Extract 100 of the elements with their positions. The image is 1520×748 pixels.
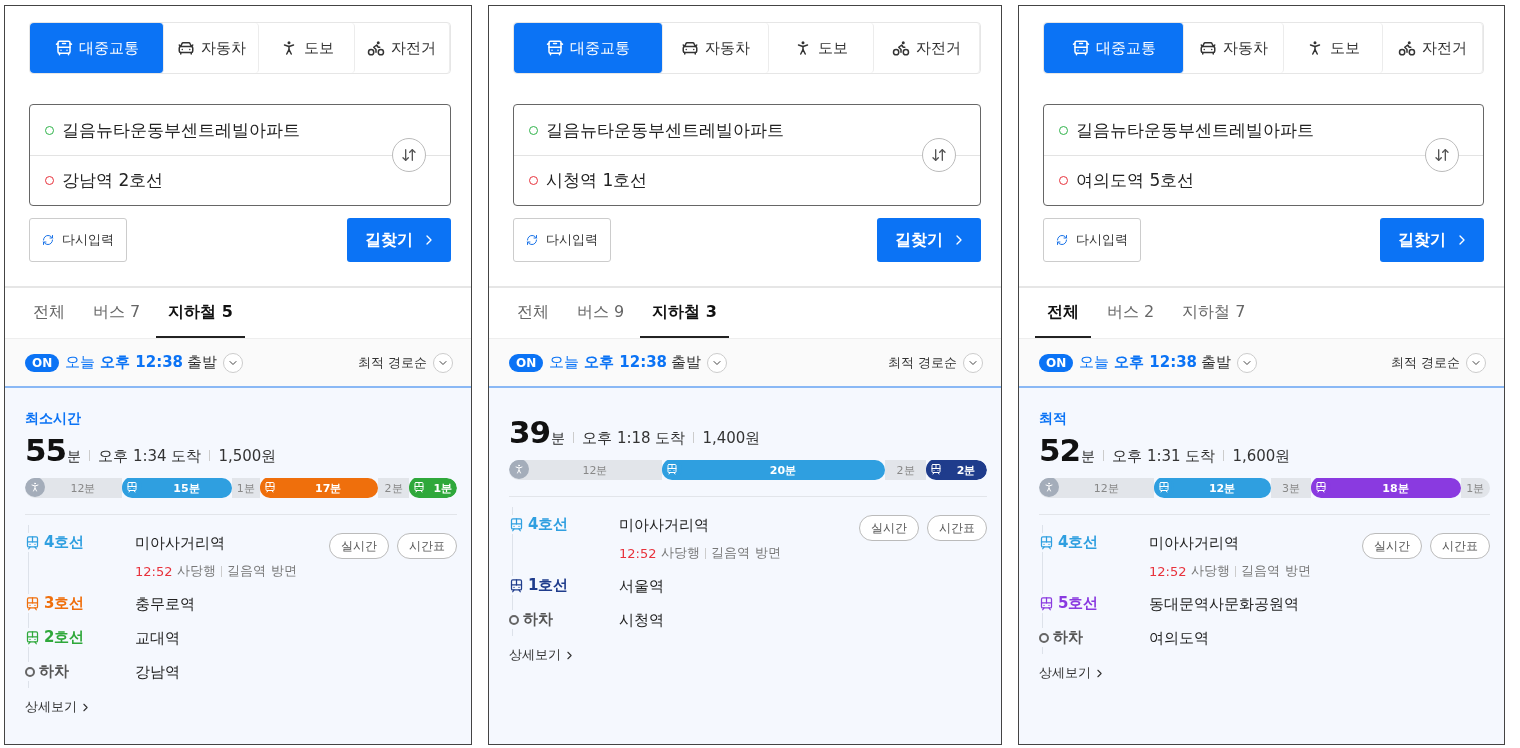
travel-minutes: 52: [1039, 432, 1081, 468]
arrival-time: 오후 1:34 도착: [98, 447, 202, 466]
car-icon: [680, 39, 699, 57]
arrival-time: 12:52: [135, 563, 173, 579]
segment-duration: 12분: [1208, 480, 1236, 496]
reset-button[interactable]: 다시입력: [1043, 218, 1141, 262]
station-name: 교대역: [135, 629, 180, 647]
departure-time: 오늘 오후 12:38: [65, 353, 183, 372]
refresh-icon: [1056, 234, 1068, 246]
segment-duration: 1분: [433, 480, 453, 496]
option-button[interactable]: 실시간: [859, 515, 919, 541]
subway-line-label: 4호선: [1058, 533, 1099, 552]
fare: 1,600원: [1232, 447, 1291, 466]
result-tab[interactable]: 지하철 7: [1170, 288, 1258, 338]
train-icon: [25, 535, 40, 550]
station-name: 미아사거리역: [619, 516, 709, 534]
option-button[interactable]: 시간표: [927, 515, 987, 541]
route-input[interactable]: 길음뉴타운동부센트레빌아파트 강남역 2호선: [29, 104, 451, 206]
train-icon: [1039, 535, 1054, 550]
option-button[interactable]: 시간표: [397, 533, 457, 559]
refresh-icon: [42, 234, 54, 246]
result-tab[interactable]: 전체: [505, 288, 561, 338]
segment-duration: 20분: [769, 462, 797, 478]
platform-direction: 길음역 방면: [227, 562, 297, 580]
destination-text: 시청역 1호선: [546, 169, 648, 192]
search-button[interactable]: 길찾기: [347, 218, 451, 262]
details-link[interactable]: 상세보기: [1039, 664, 1490, 682]
dropdown-button[interactable]: [963, 352, 983, 373]
walking-person-icon: [509, 460, 529, 479]
segment-duration: 3분: [1282, 480, 1301, 496]
result-tab[interactable]: 버스 7: [81, 288, 153, 338]
subway-line-label: 3호선: [44, 594, 85, 613]
swap-button[interactable]: [1425, 138, 1459, 172]
search-button[interactable]: 길찾기: [1380, 218, 1484, 262]
station-name: 서울역: [619, 577, 664, 595]
station-name: 동대문역사문화공원역: [1149, 595, 1299, 613]
station-name: 시청역: [619, 611, 664, 629]
train-direction: 사당행: [177, 562, 217, 580]
segment-duration: 2분: [384, 480, 403, 496]
station-name: 충무로역: [135, 595, 195, 613]
departure-label: 출발: [187, 353, 217, 372]
segment-duration: 1분: [236, 480, 255, 496]
walking-person-icon: [1039, 478, 1059, 497]
subway-line-label: 5호선: [1058, 594, 1099, 613]
train-direction: 사당행: [661, 544, 701, 562]
segment-duration: 2분: [896, 462, 915, 478]
option-button[interactable]: 시간표: [1430, 533, 1490, 559]
arrival-time: 오후 1:18 도착: [582, 429, 686, 448]
travel-minutes: 39: [509, 414, 551, 450]
swap-button[interactable]: [392, 138, 426, 172]
realtime-badge: ON: [25, 353, 60, 372]
exit-label: 하차: [39, 662, 69, 681]
result-tab[interactable]: 전체: [21, 288, 77, 338]
dropdown-button[interactable]: [433, 352, 453, 373]
details-link[interactable]: 상세보기: [509, 646, 987, 664]
swap-arrows-icon: [931, 147, 947, 163]
origin-text: 길음뉴타운동부센트레빌아파트: [1076, 118, 1314, 142]
result-tab[interactable]: 버스 2: [1095, 288, 1167, 338]
route-input[interactable]: 길음뉴타운동부센트레빌아파트 시청역 1호선: [513, 104, 981, 206]
swap-button[interactable]: [922, 138, 956, 172]
swap-arrows-icon: [401, 147, 417, 163]
option-button[interactable]: 실시간: [329, 533, 389, 559]
search-button[interactable]: 길찾기: [877, 218, 981, 262]
arrival-time: 12:52: [1149, 563, 1187, 579]
dropdown-button[interactable]: [223, 352, 243, 373]
departure-time: 오늘 오후 12:38: [1079, 353, 1197, 372]
dropdown-button[interactable]: [1466, 352, 1486, 373]
swap-arrows-icon: [1434, 147, 1450, 163]
travel-mode-tab[interactable]: 대중교통: [30, 23, 165, 73]
result-tab[interactable]: 버스 9: [565, 288, 637, 338]
subway-line-label: 4호선: [528, 515, 569, 534]
bicycle-icon: [892, 39, 911, 57]
segment-duration: 17분: [315, 480, 342, 496]
station-name: 미아사거리역: [135, 534, 225, 552]
route-tag: 최소시간: [25, 410, 457, 428]
station-name: 강남역: [135, 663, 180, 681]
refresh-icon: [526, 234, 538, 246]
sort-label[interactable]: 최적 경로순: [357, 353, 427, 372]
minutes-unit: 분: [551, 430, 566, 448]
segment-duration: 12분: [582, 462, 608, 478]
route-input[interactable]: 길음뉴타운동부센트레빌아파트 여의도역 5호선: [1043, 104, 1484, 206]
reset-button[interactable]: 다시입력: [29, 218, 127, 262]
segment-duration: 18분: [1382, 480, 1409, 496]
details-link[interactable]: 상세보기: [25, 698, 457, 716]
travel-mode-tab[interactable]: 대중교통: [514, 23, 664, 73]
segment-duration: 2분: [956, 462, 976, 478]
route-tag: 최적: [1039, 410, 1490, 428]
sort-label[interactable]: 최적 경로순: [887, 353, 957, 372]
dropdown-button[interactable]: [1237, 352, 1257, 373]
travel-mode-tab[interactable]: 대중교통: [1044, 23, 1185, 73]
exit-label: 하차: [1053, 628, 1083, 647]
sort-label[interactable]: 최적 경로순: [1390, 353, 1460, 372]
reset-button[interactable]: 다시입력: [513, 218, 611, 262]
train-icon: [509, 517, 524, 532]
subway-line-label: 4호선: [44, 533, 85, 552]
fare: 1,400원: [702, 429, 761, 448]
origin-text: 길음뉴타운동부센트레빌아파트: [546, 118, 784, 142]
dropdown-button[interactable]: [707, 352, 727, 373]
option-button[interactable]: 실시간: [1362, 533, 1422, 559]
bicycle-icon: [367, 39, 386, 57]
